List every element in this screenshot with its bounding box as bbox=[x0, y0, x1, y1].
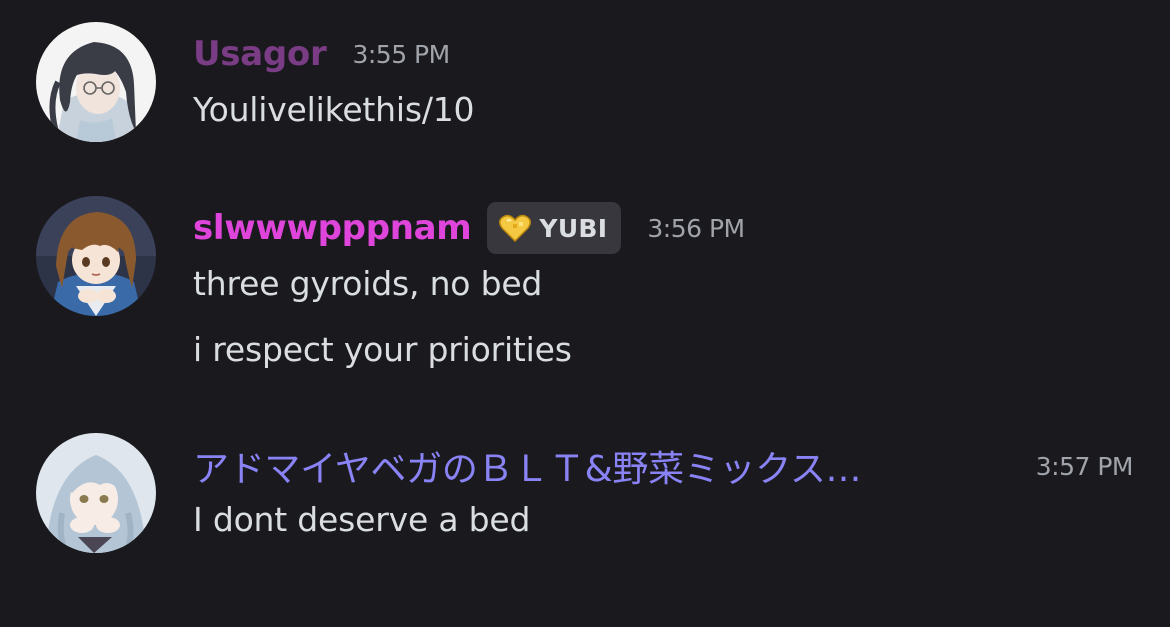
anime-girl-silver-hair-avatar-icon bbox=[36, 433, 156, 553]
anime-girl-glasses-avatar-icon bbox=[36, 22, 156, 142]
message-text: three gyroids, no bed bbox=[193, 264, 543, 303]
timestamp: 3:57 PM bbox=[1035, 451, 1134, 481]
gold-heart-icon bbox=[499, 214, 532, 242]
user-avatar[interactable] bbox=[36, 433, 156, 553]
message-text: Youlivelikethis/10 bbox=[193, 90, 475, 129]
message-text: i respect your priorities bbox=[193, 330, 572, 369]
timestamp: 3:56 PM bbox=[647, 213, 745, 243]
username[interactable]: Usagor bbox=[193, 34, 327, 74]
role-badge[interactable]: YUBI bbox=[487, 202, 622, 254]
user-avatar[interactable] bbox=[36, 196, 156, 316]
message-text: I dont deserve a bed bbox=[193, 500, 531, 539]
badge-label: YUBI bbox=[539, 213, 608, 243]
user-avatar[interactable] bbox=[36, 22, 156, 142]
anime-girl-brown-hair-avatar-icon bbox=[36, 196, 156, 316]
username[interactable]: アドマイヤベガのＢＬＴ&野菜ミックス… bbox=[193, 440, 862, 492]
timestamp: 3:55 PM bbox=[352, 39, 450, 69]
username[interactable]: slwwwpppnam bbox=[193, 208, 472, 248]
